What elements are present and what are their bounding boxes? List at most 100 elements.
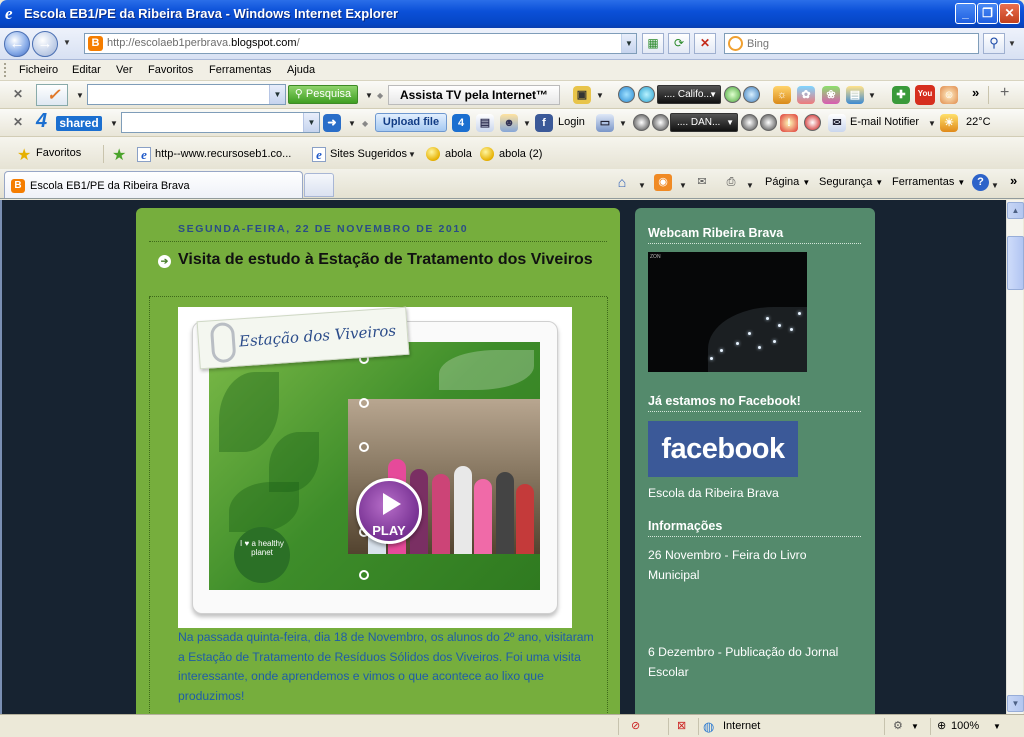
radio-mute-icon[interactable] <box>743 86 760 103</box>
shared-search-dropdown[interactable]: ▼ <box>303 113 319 132</box>
minimize-button[interactable]: _ <box>955 3 976 24</box>
4shared-icon[interactable]: 4 <box>452 114 470 132</box>
help-icon[interactable]: ? <box>972 174 989 191</box>
chat-icon[interactable]: ❀ <box>822 86 840 104</box>
email-notifier-link[interactable]: E-mail Notifier <box>850 116 919 128</box>
compatibility-view-icon[interactable]: ▦ <box>642 33 664 54</box>
radio-volume-icon[interactable] <box>741 114 758 131</box>
page-menu[interactable]: Página ▼ <box>765 176 810 188</box>
email-icon[interactable]: ✉ <box>828 114 846 132</box>
toolbar-search-dropdown[interactable]: ▼ <box>269 85 285 104</box>
forward-button[interactable]: → <box>32 31 58 57</box>
popup-blocked-icon[interactable]: ⊘ <box>631 718 640 735</box>
tools-menu[interactable]: Ferramentas ▼ <box>892 176 965 188</box>
toolbar-overflow-chevron[interactable]: » <box>972 85 979 100</box>
shared-dropdown[interactable]: ▼ <box>110 119 118 128</box>
temperature-label[interactable]: 22°C <box>966 116 991 128</box>
vertical-scrollbar[interactable]: ▲ ▼ <box>1006 200 1024 714</box>
weather-widget-icon[interactable]: ☼ <box>773 86 791 104</box>
files-icon[interactable]: ▤ <box>476 114 494 132</box>
radio-mute-icon[interactable] <box>760 114 777 131</box>
add-toolbar-icon[interactable]: + <box>1000 84 1009 102</box>
menu-favoritos[interactable]: Favoritos <box>148 64 193 76</box>
home-dropdown[interactable]: ▼ <box>638 181 646 190</box>
security-zone[interactable]: ◍ Internet <box>698 718 878 735</box>
url-dropdown[interactable]: ▼ <box>621 34 636 53</box>
youtube-icon[interactable]: You <box>915 85 935 105</box>
menu-ver[interactable]: Ver <box>116 64 133 76</box>
shared-go-dropdown[interactable]: ▼ <box>348 119 356 128</box>
news-dropdown[interactable]: ▼ <box>868 91 876 100</box>
radio-power-icon[interactable] <box>618 86 635 103</box>
radio-station-select[interactable]: .... DAN... ▼ <box>670 113 738 132</box>
safety-menu[interactable]: Segurança ▼ <box>819 176 883 188</box>
addons-dropdown[interactable]: ▼ <box>911 718 919 735</box>
tv-button[interactable]: Assista TV pela Internet™ <box>388 85 560 105</box>
sites-sugeridos-dropdown[interactable]: ▼ <box>408 150 416 159</box>
pesquisa-dropdown[interactable]: ▼ <box>365 91 373 100</box>
radio-volume-icon[interactable] <box>724 86 741 103</box>
shared-go-icon[interactable]: ➜ <box>323 114 341 132</box>
menu-ficheiro[interactable]: Ficheiro <box>19 64 58 76</box>
back-button[interactable]: ← <box>4 31 30 57</box>
refresh-icon[interactable]: ⟳ <box>668 33 690 54</box>
tab-escola[interactable]: B Escola EB1/PE da Ribeira Brava <box>4 171 303 198</box>
close-toolbar-icon[interactable]: ✕ <box>13 87 23 101</box>
radio-station-select[interactable]: .... Califo... ▼ <box>657 85 721 104</box>
login-link[interactable]: Login <box>558 116 585 128</box>
pesquisa-button[interactable]: ⚲ Pesquisa <box>288 85 358 104</box>
users-dropdown[interactable]: ▼ <box>523 119 531 128</box>
toolbar-scroll-icon[interactable]: ◆ <box>377 91 383 100</box>
monitor-dropdown[interactable]: ▼ <box>619 119 627 128</box>
facebook-logo[interactable]: facebook <box>648 421 798 477</box>
favorite-recursoseb1[interactable]: http--www.recursoseb1.co... <box>155 148 291 160</box>
shared-search-input[interactable]: ▼ <box>121 112 320 133</box>
recent-pages-dropdown[interactable]: ▼ <box>63 38 71 47</box>
favorites-button[interactable]: Favoritos <box>36 147 81 159</box>
webcam-image[interactable]: ZON <box>648 252 807 372</box>
zoom-dropdown[interactable]: ▼ <box>993 718 1001 735</box>
alert-icon[interactable]: ! <box>780 114 798 132</box>
close-toolbar-icon[interactable]: ✕ <box>13 115 23 129</box>
zoom-control[interactable]: ⊕ 100% ▼ <box>930 718 1020 735</box>
scroll-up-button[interactable]: ▲ <box>1007 202 1024 219</box>
feed-dropdown[interactable]: ▼ <box>679 181 687 190</box>
radio-play-icon[interactable] <box>652 114 669 131</box>
news-icon[interactable]: ▤ <box>846 86 864 104</box>
scroll-thumb[interactable] <box>1007 236 1024 290</box>
search-icon[interactable]: ⚲ <box>983 33 1005 54</box>
menu-ajuda[interactable]: Ajuda <box>287 64 315 76</box>
favorite-abola-2[interactable]: abola (2) <box>499 148 542 160</box>
scroll-down-button[interactable]: ▼ <box>1007 695 1024 712</box>
radio-play-icon[interactable] <box>638 86 655 103</box>
weather-icon[interactable]: ☀ <box>940 114 958 132</box>
games-icon[interactable]: ✿ <box>797 86 815 104</box>
emoticons-icon[interactable]: ☺ <box>940 86 958 104</box>
toolbar-search-input[interactable]: ▼ <box>87 84 286 105</box>
protected-mode-icon[interactable]: ⊠ <box>677 718 686 735</box>
video-player[interactable]: I ♥ a healthy planet PLAY Estação dos Vi… <box>178 306 572 628</box>
search-field[interactable] <box>724 33 979 54</box>
logo-dropdown[interactable]: ▼ <box>76 91 84 100</box>
read-mail-icon[interactable]: ✉ <box>693 174 711 191</box>
new-tab-button[interactable] <box>304 173 334 197</box>
upload-file-button[interactable]: Upload file <box>375 113 447 132</box>
home-icon[interactable]: ⌂ <box>613 174 631 191</box>
facebook-link[interactable]: Escola da Ribeira Brava <box>648 483 863 503</box>
puzzle-icon[interactable]: ✚ <box>892 86 910 104</box>
manage-addons-icon[interactable]: ⚙ <box>893 718 903 735</box>
4shared-logo[interactable]: 4 shared <box>36 110 102 133</box>
menu-ferramentas[interactable]: Ferramentas <box>209 64 271 76</box>
command-overflow-chevron[interactable]: » <box>1010 173 1017 188</box>
users-icon[interactable]: ☻ <box>500 114 518 132</box>
help-dropdown[interactable]: ▼ <box>991 181 999 190</box>
rss-feed-icon[interactable]: ◉ <box>654 174 672 191</box>
favorite-abola[interactable]: abola <box>445 148 472 160</box>
radio-stop-icon[interactable] <box>633 114 650 131</box>
favorite-sites-sugeridos[interactable]: Sites Sugeridos <box>330 148 407 160</box>
print-icon[interactable]: ⎙ <box>722 174 740 191</box>
tv-icon[interactable]: ▣ <box>573 86 591 104</box>
email-dropdown[interactable]: ▼ <box>928 119 936 128</box>
toolbar-scroll-icon[interactable]: ◆ <box>362 119 368 128</box>
title-bar[interactable]: e Escola EB1/PE da Ribeira Brava - Windo… <box>0 0 1024 28</box>
